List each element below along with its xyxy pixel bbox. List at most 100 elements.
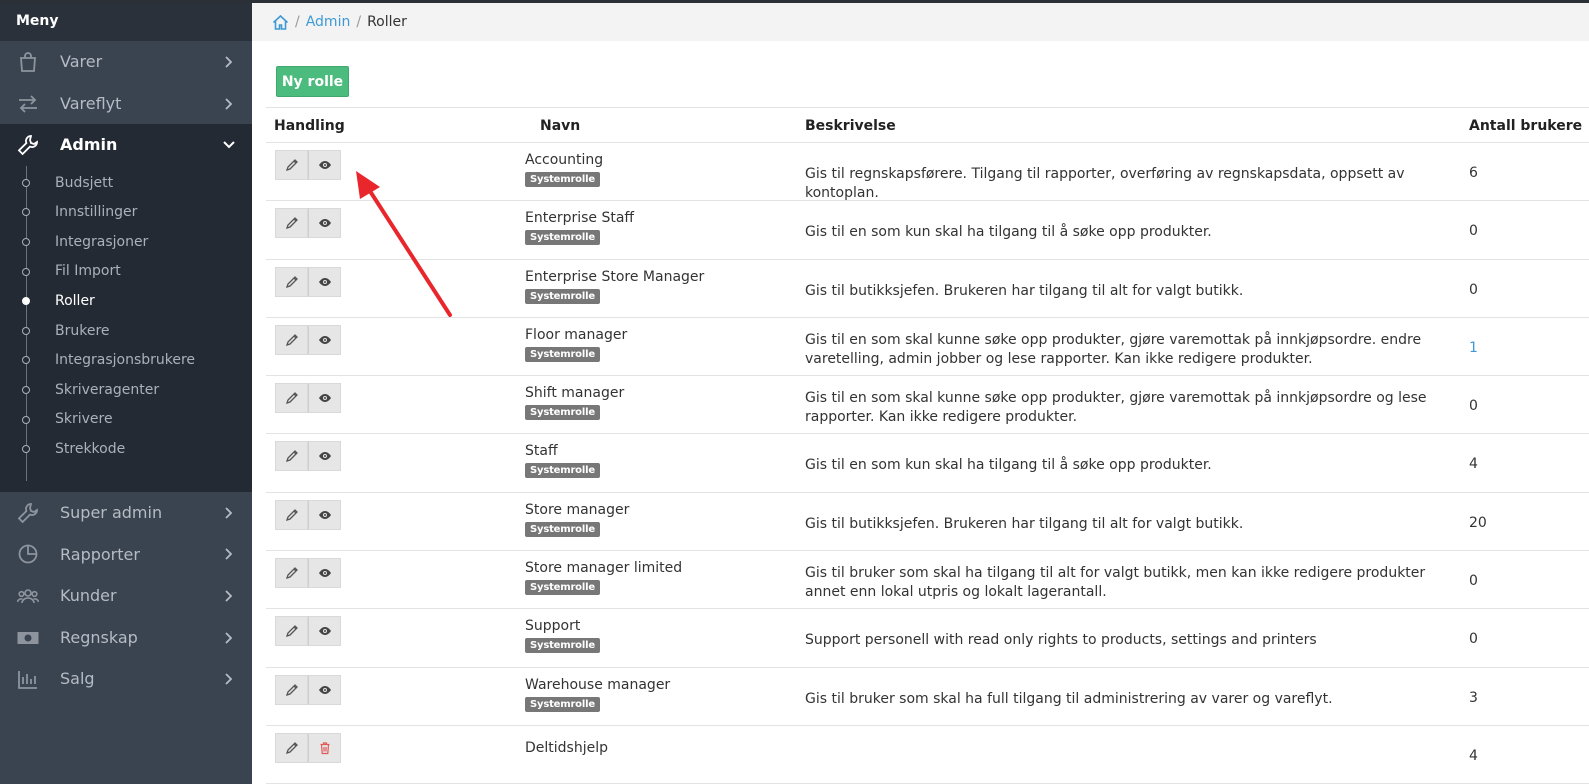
table-row: Deltidshjelp 4	[266, 726, 1589, 784]
pencil-icon	[285, 742, 298, 754]
submenu-label: Brukere	[55, 322, 110, 339]
sidebar: Meny Varer Vareflyt Admin Budsjett Innst…	[0, 3, 252, 784]
table-row: Enterprise Store Manager Systemrolle Gis t…	[266, 260, 1589, 318]
table-row: Floor manager Systemrolle Gis til en som s…	[266, 318, 1589, 377]
role-name-cell: Enterprise Staff Systemrolle	[525, 210, 634, 246]
view-button[interactable]	[308, 558, 341, 589]
sidebar-item-admin[interactable]: Admin	[0, 124, 252, 166]
user-count: 0	[1469, 631, 1478, 648]
view-button[interactable]	[308, 150, 341, 180]
submenu-item-integrasjonsbrukere[interactable]: Integrasjonsbrukere	[0, 345, 252, 375]
role-name-cell: Support Systemrolle	[525, 618, 600, 654]
user-count: 0	[1469, 281, 1478, 298]
table-row: Accounting Systemrolle Gis til regnskapsfø…	[266, 143, 1589, 202]
role-description: Gis til bruker som skal ha full tilgang …	[805, 690, 1333, 707]
submenu-item-roller[interactable]: Roller	[0, 286, 252, 316]
sidebar-item-salg[interactable]: Salg	[0, 658, 252, 700]
role-name-cell: Enterprise Store Manager Systemrolle	[525, 269, 704, 304]
view-button[interactable]	[308, 499, 341, 530]
bullet-icon	[22, 415, 30, 424]
bullet-icon	[22, 267, 30, 276]
role-name: Accounting	[525, 152, 604, 168]
submenu-item-innstillinger[interactable]: Innstillinger	[0, 197, 252, 227]
role-name-cell: Store manager Systemrolle	[525, 502, 629, 537]
eye-icon	[318, 510, 331, 519]
sidebar-item-varer[interactable]: Varer	[0, 41, 252, 83]
sidebar-item-vareflyt[interactable]: Vareflyt	[0, 83, 252, 125]
sidebar-item-label: Super admin	[60, 503, 163, 523]
pencil-icon	[285, 159, 298, 172]
edit-button[interactable]	[275, 616, 308, 647]
submenu-item-fil-import[interactable]: Fil Import	[0, 257, 252, 287]
table-row: Support Systemrolle Support personell with…	[266, 609, 1589, 668]
submenu-item-skrivere[interactable]: Skrivere	[0, 405, 252, 435]
submenu-label: Innstillinger	[55, 204, 138, 221]
role-name: Store manager	[525, 501, 630, 518]
pie-chart-icon	[18, 544, 38, 564]
submenu-item-brukere[interactable]: Brukere	[0, 316, 252, 346]
view-button[interactable]	[308, 616, 341, 647]
view-button[interactable]	[308, 441, 341, 472]
edit-button[interactable]	[275, 150, 308, 180]
trash-icon	[320, 742, 329, 755]
new-role-button[interactable]: Ny rolle	[276, 66, 349, 97]
edit-button[interactable]	[275, 558, 308, 589]
edit-button[interactable]	[275, 208, 308, 239]
view-button[interactable]	[308, 383, 341, 414]
edit-button[interactable]	[275, 383, 308, 414]
row-actions	[275, 324, 341, 355]
menu-header: Meny	[0, 3, 252, 41]
view-button[interactable]	[308, 674, 341, 705]
breadcrumb-admin-link[interactable]: Admin	[306, 14, 351, 30]
edit-button[interactable]	[275, 266, 308, 297]
chevron-down-icon	[223, 141, 235, 149]
role-description: Support personell with read only rights …	[805, 632, 1317, 649]
edit-button[interactable]	[275, 732, 308, 763]
submenu-item-budsjett[interactable]: Budsjett	[0, 168, 252, 198]
role-name: Floor manager	[525, 326, 628, 343]
delete-button[interactable]	[308, 732, 341, 763]
chevron-right-icon	[225, 97, 233, 110]
submenu-item-skriveragenter[interactable]: Skriveragenter	[0, 375, 252, 405]
table-row: Enterprise Staff Systemrolle Gis til en so…	[266, 201, 1589, 260]
edit-button[interactable]	[275, 324, 308, 355]
user-count[interactable]: 1	[1469, 340, 1478, 356]
breadcrumb-separator: /	[356, 14, 362, 30]
roles-table: Handling Navn Beskrivelse Antall brukere…	[266, 107, 1589, 784]
role-name-cell: Shift manager Systemrolle	[525, 385, 624, 421]
system-role-badge: Systemrolle	[525, 696, 600, 712]
sidebar-item-super-admin[interactable]: Super admin	[0, 492, 252, 534]
sidebar-item-kunder[interactable]: Kunder	[0, 575, 252, 617]
home-icon[interactable]	[272, 14, 289, 31]
chevron-right-icon	[225, 507, 233, 519]
row-actions	[275, 674, 341, 705]
row-actions	[275, 732, 341, 763]
chevron-right-icon	[225, 673, 233, 685]
header-name: Navn	[540, 118, 581, 134]
pencil-icon	[285, 333, 298, 346]
edit-button[interactable]	[275, 499, 308, 530]
table-row: Staff Systemrolle Gis til en som kun skal …	[266, 434, 1589, 493]
submenu-item-integrasjoner[interactable]: Integrasjoner	[0, 227, 252, 257]
role-name: Support	[525, 618, 581, 635]
submenu-item-strekkode[interactable]: Strekkode	[0, 434, 252, 464]
row-actions	[275, 266, 341, 297]
system-role-badge: Systemrolle	[525, 638, 600, 654]
bullet-icon	[22, 297, 30, 306]
shopping-bag-icon	[20, 52, 36, 72]
sidebar-item-label: Varer	[60, 52, 103, 72]
role-name-cell: Warehouse manager Systemrolle	[525, 677, 670, 712]
sidebar-item-regnskap[interactable]: Regnskap	[0, 617, 252, 659]
edit-button[interactable]	[275, 674, 308, 705]
edit-button[interactable]	[275, 441, 308, 472]
system-role-badge: Systemrolle	[525, 230, 600, 246]
role-description: Gis til butikksjefen. Brukeren har tilga…	[805, 282, 1244, 299]
sidebar-item-label: Rapporter	[60, 544, 140, 564]
sidebar-item-rapporter[interactable]: Rapporter	[0, 533, 252, 575]
money-icon	[17, 631, 39, 644]
pencil-icon	[285, 625, 298, 638]
row-actions	[275, 441, 341, 472]
view-button[interactable]	[308, 208, 341, 239]
view-button[interactable]	[308, 324, 341, 355]
view-button[interactable]	[308, 266, 341, 297]
